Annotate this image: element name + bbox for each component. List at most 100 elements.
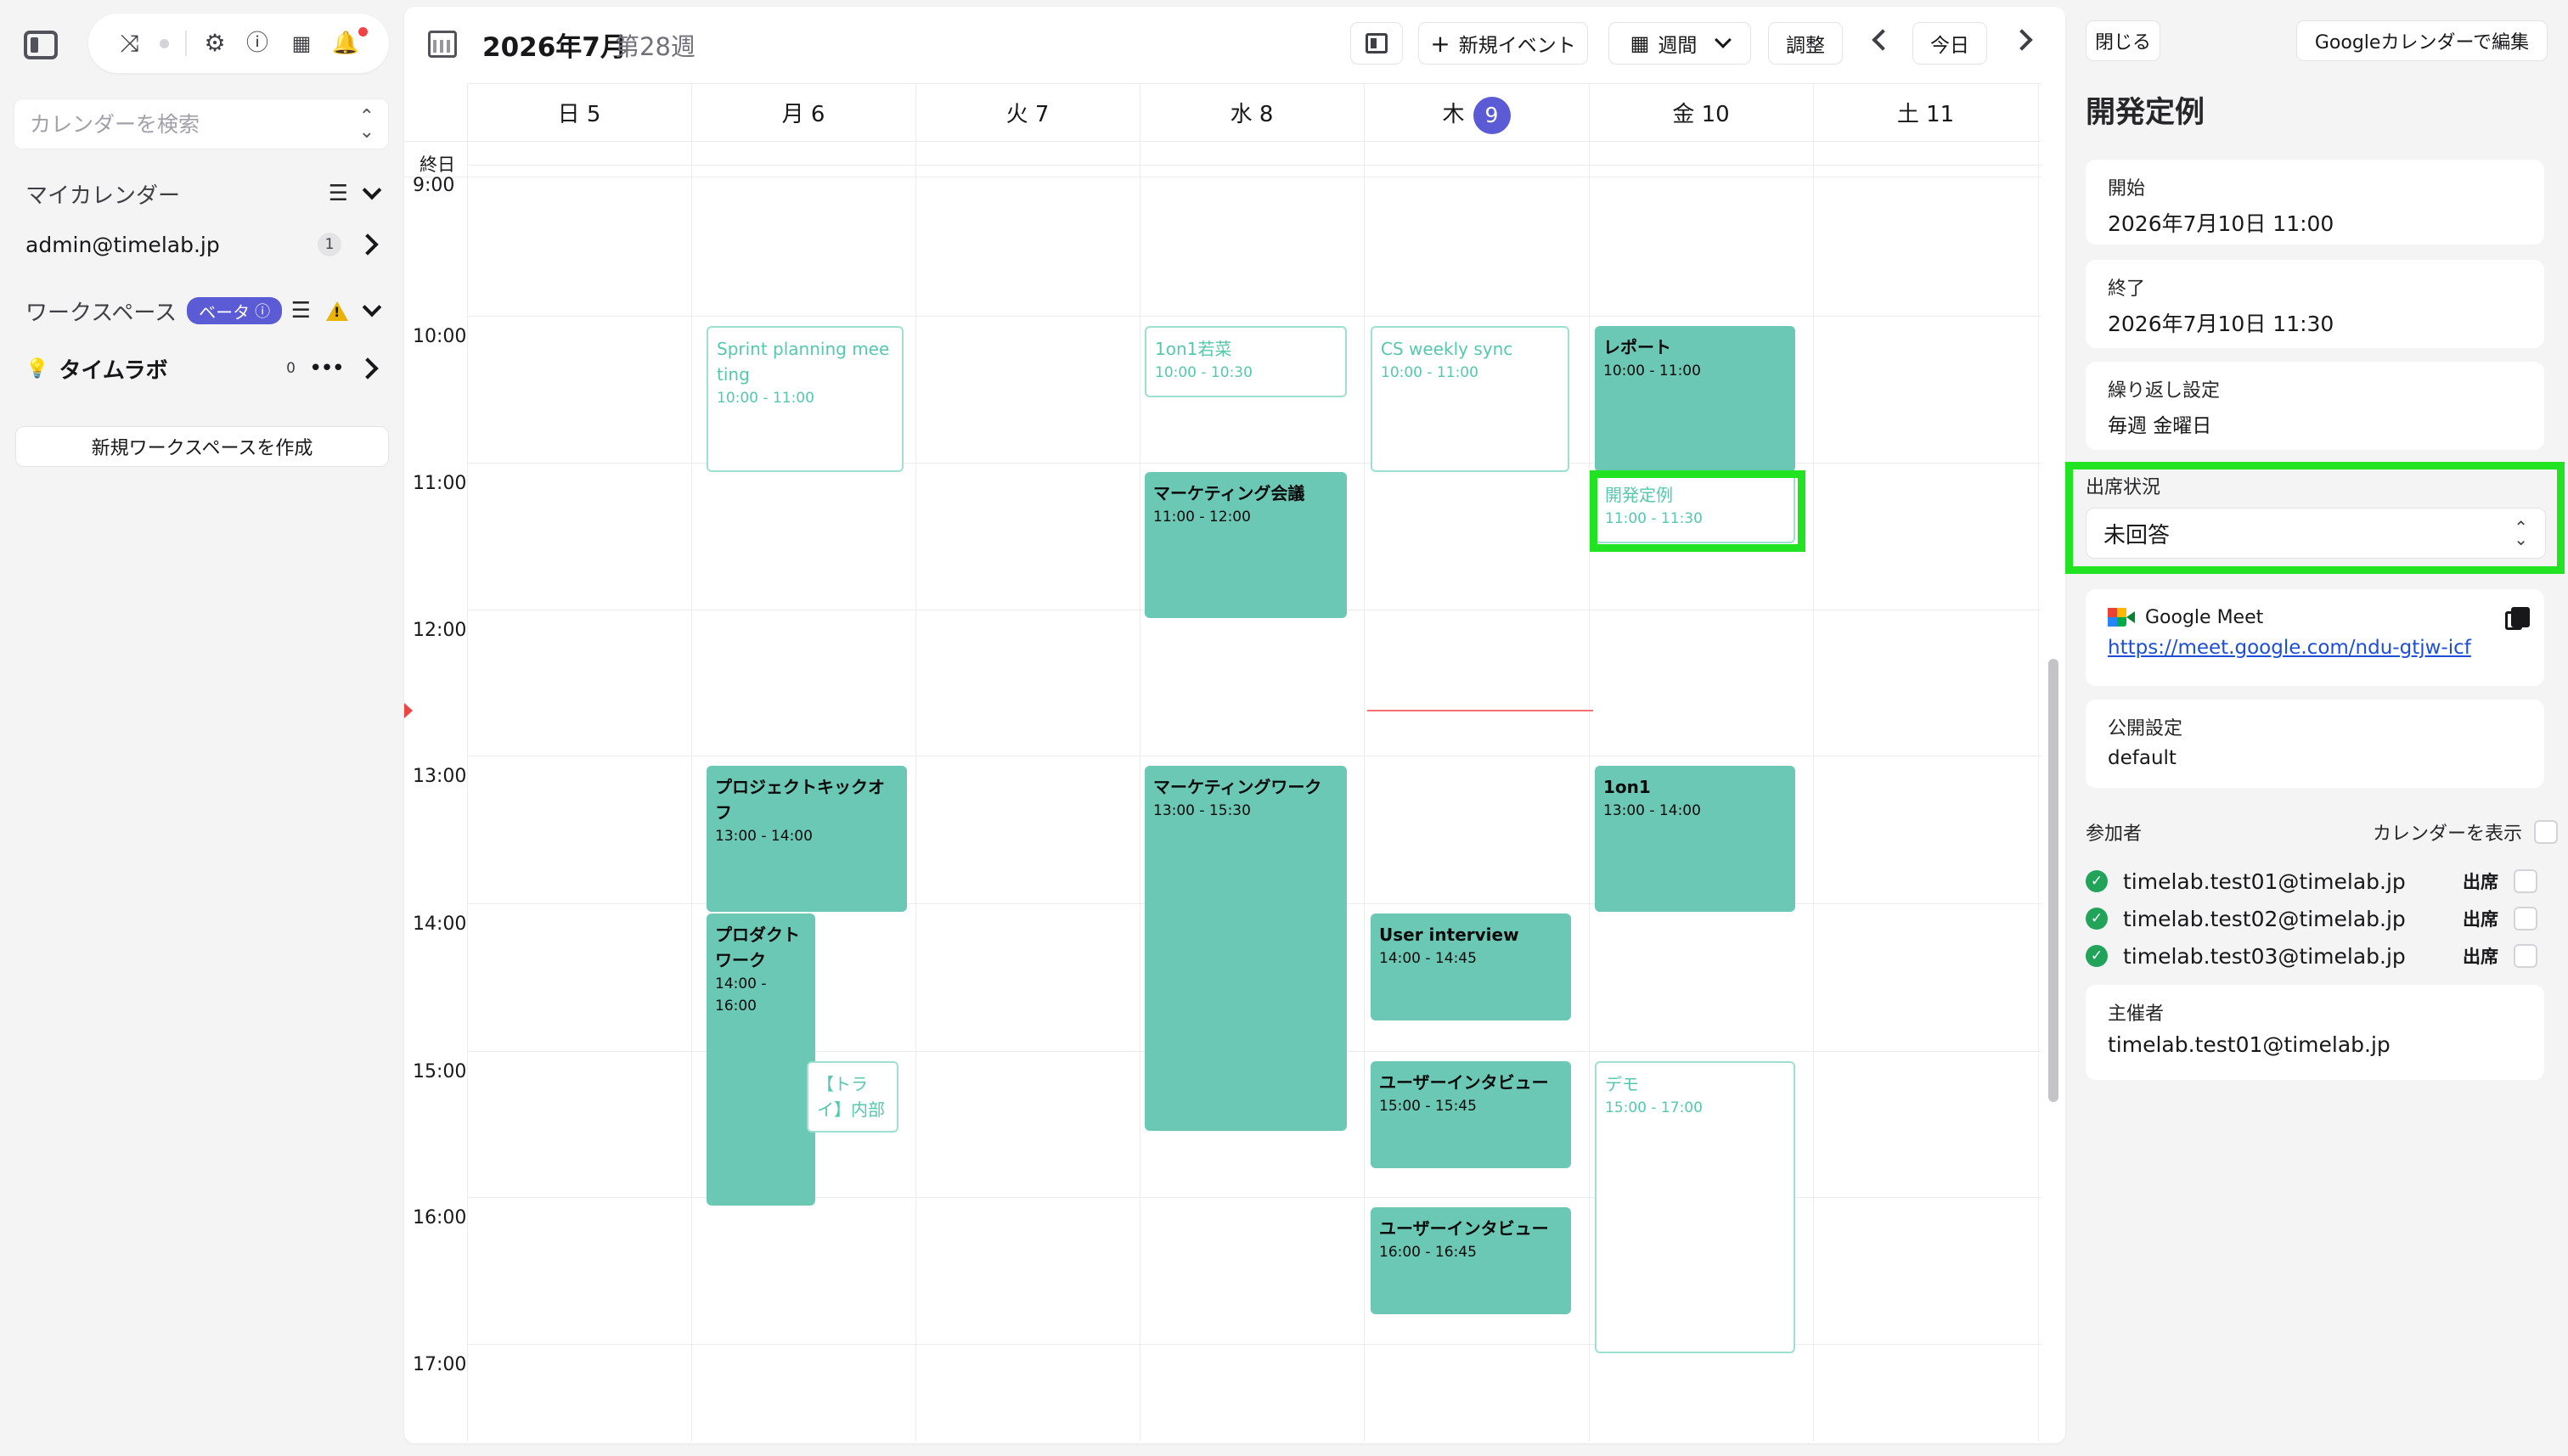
- beta-badge-text: ベータ: [199, 301, 251, 323]
- edit-in-google-button[interactable]: Googleカレンダーで編集: [2296, 20, 2548, 61]
- start-value: 2026年7月10日 11:00: [2108, 211, 2334, 236]
- sidebar-toggle-icon[interactable]: [24, 31, 58, 59]
- day-header[interactable]: 水 8: [1140, 88, 1364, 141]
- google-meet-icon: [2108, 604, 2137, 630]
- calendar-event[interactable]: プロダクトワーク 14:00 - 16:00: [707, 914, 815, 1206]
- event-time: 15:00 - 15:45: [1379, 1098, 1477, 1115]
- selected-event-highlight: [1590, 470, 1805, 552]
- info-icon[interactable]: ⓘ: [241, 27, 273, 59]
- check-circle-icon: ✓: [2086, 908, 2108, 930]
- chevron-down-icon: [1715, 31, 1732, 48]
- view-select-button[interactable]: ▦ 週間: [1608, 22, 1751, 65]
- calendar-event[interactable]: User interview 14:00 - 14:45: [1371, 914, 1571, 1020]
- event-title: ユーザーインタビュー: [1379, 1218, 1549, 1239]
- layout-toggle-button[interactable]: [1350, 22, 1403, 65]
- new-workspace-button[interactable]: 新規ワークスペースを作成: [15, 426, 389, 467]
- calendar-account-email: admin@timelab.jp: [25, 232, 220, 257]
- calendar-event[interactable]: マーケティングワーク 13:00 - 15:30: [1145, 766, 1347, 1131]
- apps-grid-icon[interactable]: ▦: [285, 27, 318, 59]
- grid-column-line: [1364, 83, 1365, 1442]
- sidebar-toolbar: ⤨ ⚙ ⓘ ▦ 🔔: [88, 14, 389, 73]
- bell-icon[interactable]: 🔔: [329, 27, 362, 59]
- prev-week-icon[interactable]: [1872, 29, 1894, 51]
- workspace-header[interactable]: ワークスペース ベータ ⓘ ☰: [25, 294, 382, 328]
- new-event-button[interactable]: + 新規イベント: [1418, 22, 1588, 65]
- attendee-email: timelab.test03@timelab.jp: [2123, 943, 2406, 969]
- chevron-down-icon[interactable]: [362, 297, 382, 318]
- calendar-event[interactable]: 1on1若菜 10:00 - 10:30: [1145, 326, 1347, 397]
- status-dot: [160, 39, 169, 48]
- time-label: 14:00: [413, 914, 467, 935]
- calendar-event[interactable]: CS weekly sync 10:00 - 11:00: [1371, 326, 1569, 472]
- chevron-right-icon[interactable]: [357, 233, 379, 256]
- list-icon[interactable]: ☰: [329, 181, 348, 206]
- google-meet-link[interactable]: https://meet.google.com/ndu-gtjw-icf: [2108, 637, 2471, 659]
- day-header[interactable]: 日 5: [467, 88, 691, 141]
- day-header[interactable]: 土 11: [1813, 88, 2038, 141]
- event-title: 【トライ】内部: [817, 1074, 885, 1120]
- current-time-marker: [404, 703, 413, 718]
- day-header[interactable]: 金 10: [1589, 88, 1813, 141]
- calendar-event[interactable]: ユーザーインタビュー 16:00 - 16:45: [1371, 1207, 1571, 1314]
- event-title: プロジェクトキックオフ: [715, 777, 885, 823]
- calendar-event[interactable]: ユーザーインタビュー 15:00 - 15:45: [1371, 1061, 1571, 1168]
- grid-hour-line: [467, 463, 2041, 464]
- more-icon[interactable]: •••: [309, 356, 345, 381]
- calendar-event[interactable]: デモ 15:00 - 17:00: [1595, 1061, 1795, 1353]
- grid-column-line: [1589, 83, 1590, 1442]
- calendar-event[interactable]: 1on1 13:00 - 14:00: [1595, 766, 1795, 912]
- day-header[interactable]: 火 7: [915, 88, 1140, 141]
- gear-icon[interactable]: ⚙: [199, 27, 231, 59]
- show-calendar-checkbox[interactable]: [2534, 820, 2558, 844]
- time-label: 10:00: [413, 326, 467, 347]
- attendee-calendar-checkbox[interactable]: [2514, 869, 2537, 893]
- warning-icon[interactable]: [326, 301, 348, 321]
- chevron-right-icon[interactable]: [357, 357, 379, 379]
- calendar-search[interactable]: ⌃⌄: [14, 98, 389, 149]
- calendar-search-input[interactable]: [30, 111, 344, 137]
- shuffle-icon[interactable]: ⤨: [114, 27, 146, 59]
- copy-icon[interactable]: [2505, 607, 2530, 630]
- today-date-badge: 9: [1473, 96, 1511, 134]
- calendar-account-item[interactable]: admin@timelab.jp 1: [25, 228, 382, 261]
- list-icon[interactable]: ☰: [291, 298, 311, 323]
- event-time: 15:00 - 17:00: [1605, 1099, 1703, 1116]
- day-header[interactable]: 木9: [1364, 88, 1589, 141]
- beta-badge: ベータ ⓘ: [187, 297, 283, 324]
- calendar-event[interactable]: マーケティング会議 11:00 - 12:00: [1145, 472, 1347, 618]
- today-button[interactable]: 今日: [1912, 22, 1987, 65]
- close-button[interactable]: 閉じる: [2086, 20, 2160, 61]
- toolbar-divider: [185, 31, 187, 56]
- event-title: 1on1: [1603, 777, 1651, 797]
- month-title: 2026年7月: [482, 32, 627, 63]
- visibility-value: default: [2108, 747, 2177, 769]
- workspace-item[interactable]: 💡 タイムラボ 0 •••: [25, 351, 382, 385]
- day-header[interactable]: 月 6: [691, 88, 915, 141]
- calendar-event[interactable]: プロジェクトキックオフ 13:00 - 14:00: [707, 766, 907, 912]
- next-week-icon[interactable]: [2011, 29, 2033, 51]
- my-calendar-header[interactable]: マイカレンダー ☰: [25, 177, 382, 211]
- lightbulb-icon: 💡: [25, 357, 49, 379]
- new-event-label: 新規イベント: [1458, 35, 1576, 57]
- recurrence-card: 繰り返し設定 毎週 金曜日: [2086, 362, 2544, 450]
- event-time: 14:00 - 16:00: [715, 975, 767, 1015]
- organizer-card: 主催者 timelab.test01@timelab.jp: [2086, 985, 2544, 1080]
- attendee-calendar-checkbox[interactable]: [2514, 944, 2537, 968]
- calendar-icon: ▦: [1630, 31, 1650, 55]
- grid-header-line: [467, 83, 2041, 84]
- left-sidebar: ⤨ ⚙ ⓘ ▦ 🔔 ⌃⌄ マイカレンダー ☰ admin@timelab.jp …: [0, 0, 403, 1456]
- current-time-line: [1367, 710, 1593, 711]
- chevron-down-icon[interactable]: [362, 180, 382, 200]
- calendar-scrollbar[interactable]: [2048, 659, 2058, 1102]
- time-label: 12:00: [413, 620, 467, 641]
- google-meet-label: Google Meet: [2145, 606, 2264, 628]
- calendar-count-badge: 1: [318, 233, 341, 256]
- chevron-updown-icon: ⌃ ⌄: [358, 106, 374, 143]
- event-time: 13:00 - 14:00: [1603, 802, 1701, 819]
- attendee-row: ✓ timelab.test01@timelab.jp 出席: [2086, 864, 2558, 898]
- calendar-event[interactable]: 【トライ】内部: [807, 1061, 898, 1133]
- calendar-event[interactable]: Sprint planning meeting 10:00 - 11:00: [707, 326, 904, 472]
- adjust-button[interactable]: 調整: [1768, 22, 1843, 65]
- calendar-event[interactable]: レポート 10:00 - 11:00: [1595, 326, 1795, 472]
- attendee-calendar-checkbox[interactable]: [2514, 907, 2537, 930]
